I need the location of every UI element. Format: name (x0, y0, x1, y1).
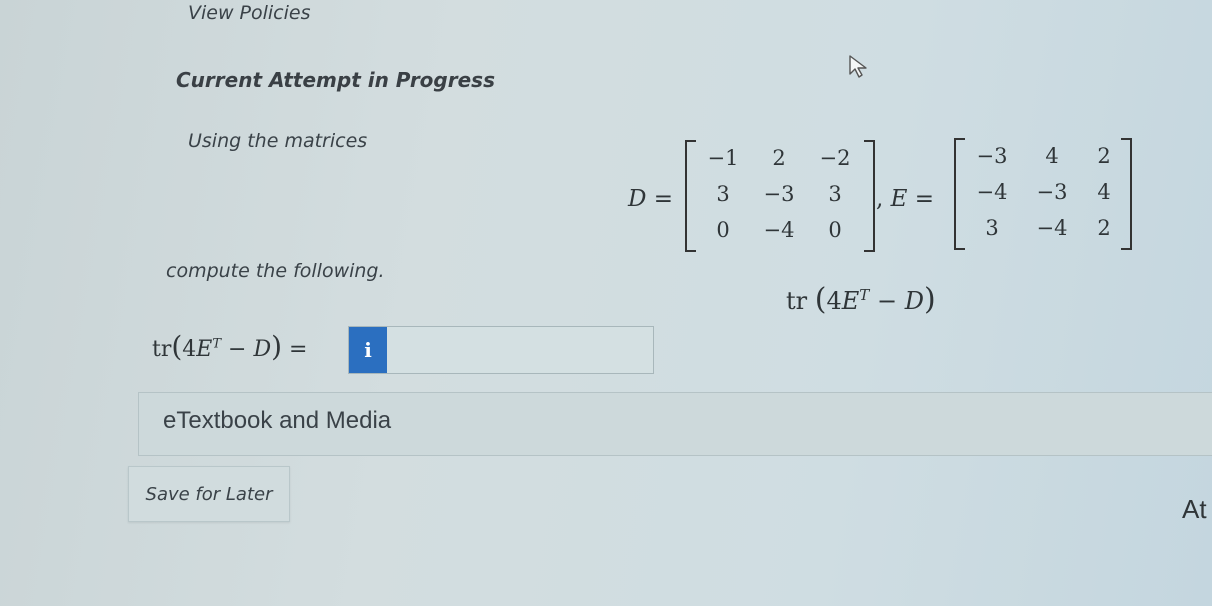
matrix-e-cell: 3 (985, 216, 999, 240)
matrix-e-cell: 2 (1097, 216, 1111, 240)
matrix-d: −1 2 −2 3 −3 3 0 −4 0 (685, 140, 875, 252)
matrix-e-cell: −3 (1036, 180, 1068, 204)
matrix-d-cell: −3 (763, 182, 795, 206)
matrix-e-cell: −4 (976, 180, 1008, 204)
question-instruction: compute the following. (166, 260, 385, 282)
matrix-d-cell: −4 (763, 218, 795, 242)
save-for-later-button[interactable]: Save for Later (128, 466, 290, 522)
question-intro: Using the matrices (188, 130, 368, 152)
matrix-d-cell: −1 (707, 146, 739, 170)
matrix-d-label: D = (628, 186, 674, 212)
matrix-e-cell: 2 (1097, 144, 1111, 168)
matrix-e-cell: 4 (1097, 180, 1111, 204)
attempt-status-heading: Current Attempt in Progress (176, 68, 495, 92)
info-icon[interactable]: i (349, 327, 387, 373)
matrix-d-cell: −2 (819, 146, 851, 170)
target-expression: tr (4ET − D) (786, 282, 936, 317)
matrix-e: −3 4 2 −4 −3 4 3 −4 2 (954, 138, 1132, 250)
matrix-separator: , E = (876, 186, 935, 212)
matrix-e-cell: 4 (1045, 144, 1059, 168)
etextbook-media-panel[interactable]: eTextbook and Media (138, 392, 1212, 456)
mouse-pointer-icon (846, 52, 872, 84)
answer-field-container: i (348, 326, 654, 375)
matrix-d-cell: 0 (716, 218, 730, 242)
attempt-button-partial[interactable]: At (1182, 494, 1207, 525)
matrix-e-cell: −3 (976, 144, 1008, 168)
matrix-d-cell: 2 (772, 146, 786, 170)
matrix-e-cell: −4 (1036, 216, 1068, 240)
matrix-d-cell: 0 (828, 218, 842, 242)
answer-input[interactable] (389, 327, 653, 375)
etextbook-media-label: eTextbook and Media (163, 407, 392, 434)
matrix-d-cell: 3 (828, 182, 842, 206)
view-policies-link[interactable]: View Policies (188, 2, 311, 24)
answer-label: tr(4ET − D) = (152, 330, 308, 363)
matrix-d-cell: 3 (716, 182, 730, 206)
